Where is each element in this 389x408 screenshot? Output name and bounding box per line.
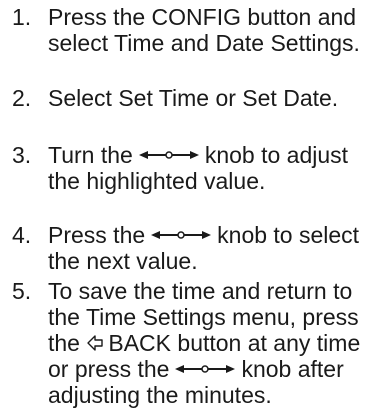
step-line-text: Press the (48, 222, 146, 248)
step-line-text: knob to select (217, 222, 360, 248)
step-line: Select Set Time or Set Date. (48, 85, 339, 111)
step-line: To save the time and return to (48, 278, 353, 304)
step-line-text: Turn the (48, 142, 133, 168)
step-line: the Time Settings menu, press (48, 304, 359, 330)
knob-icon (151, 230, 212, 239)
back-button-label: BACK button at any time (108, 330, 361, 356)
step-text: Turn the knob to adjust the highlighted … (48, 142, 389, 194)
step-number: 5. (12, 278, 32, 304)
step-line: or press the knob after (48, 356, 389, 382)
step-line-text: knob after (241, 356, 344, 382)
step-line-text: the (48, 330, 80, 356)
step-line-text: knob to adjust (204, 142, 349, 168)
step-line: adjusting the minutes. (48, 382, 272, 408)
step-text: Select Set Time or Set Date. (48, 85, 389, 111)
step-line: the next value. (48, 248, 198, 274)
knob-icon (175, 364, 236, 373)
step-line: Press the CONFIG button and (48, 4, 357, 30)
step-line: the highlighted value. (48, 168, 266, 194)
step-number: 3. (12, 142, 32, 168)
step-number: 4. (12, 222, 32, 248)
step-line: the BACK button at any time (48, 330, 389, 356)
step-text: Press the CONFIG button and select Time … (48, 4, 389, 56)
step-line: Press the knob to select (48, 222, 389, 248)
step-line: select Time and Date Settings. (48, 30, 360, 56)
step-line: Turn the knob to adjust (48, 142, 389, 168)
knob-icon (138, 150, 199, 159)
step-text: Press the knob to select the next value. (48, 222, 389, 274)
step-line-text: or press the (48, 356, 170, 382)
back-arrow-icon (87, 335, 104, 351)
step-number: 1. (12, 4, 32, 30)
step-text: To save the time and return to the Time … (48, 278, 389, 408)
step-number: 2. (12, 85, 32, 111)
